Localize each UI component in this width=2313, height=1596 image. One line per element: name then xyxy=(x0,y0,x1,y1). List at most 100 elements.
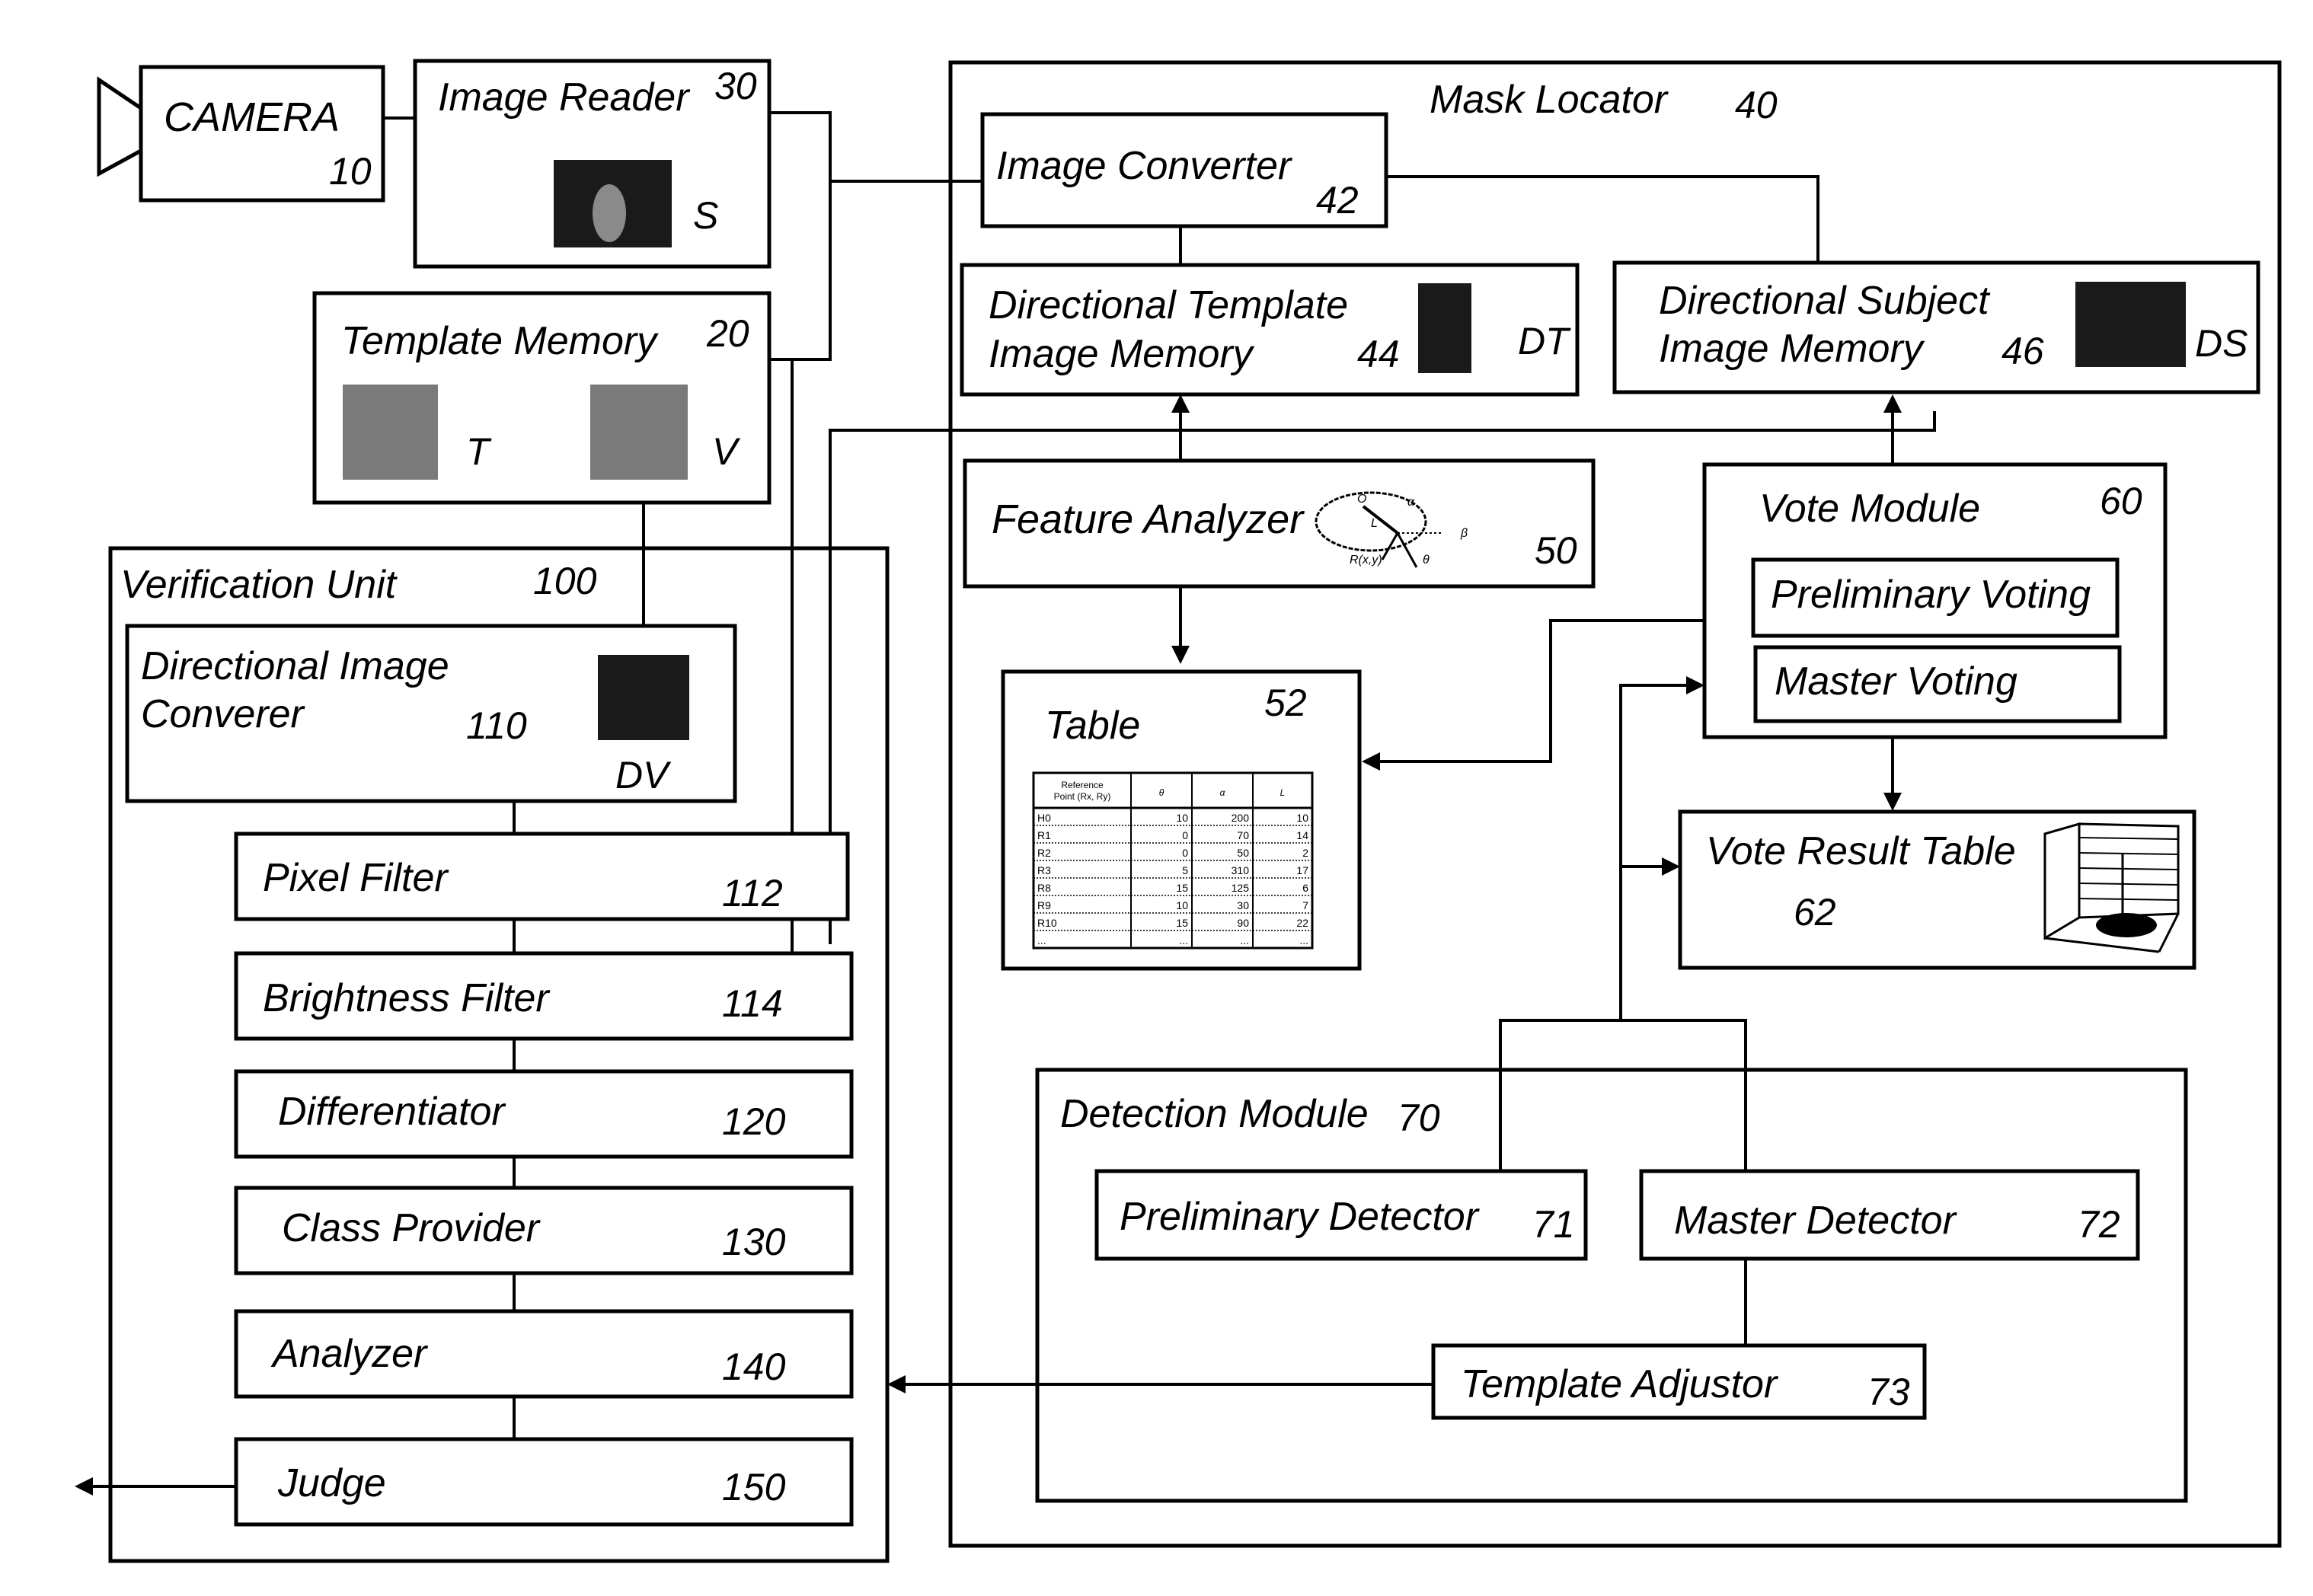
arrow-right-icon xyxy=(1662,857,1680,876)
class-provider-ref: 130 xyxy=(722,1221,786,1263)
master-voting-label: Master Voting xyxy=(1775,659,2017,704)
directional-template-memory-block: Directional Template Image Memory 44 DT xyxy=(960,263,1580,397)
vote-result-table-block: Vote Result Table 62 xyxy=(1678,809,2196,970)
reference-table: Reference Point (Rx, Ry) θ α LH0 10 200 10R1 0 70… xyxy=(1032,771,1314,950)
class-provider-label: Class Provider xyxy=(282,1206,542,1250)
directional-subject-memory-block: Directional Subject Image Memory 46 DS xyxy=(1612,260,2260,394)
camera-block: CAMERA 10 xyxy=(97,65,385,203)
template-t-label: T xyxy=(466,430,492,473)
mask-locator-label: Mask Locator xyxy=(1430,78,1669,122)
table-cell: R1 xyxy=(1037,829,1051,841)
dt-label-line1: Directional Template xyxy=(989,283,1348,327)
pixel-filter-ref: 112 xyxy=(722,872,783,915)
template-v-label: V xyxy=(712,430,741,473)
table-ref: 52 xyxy=(1264,681,1307,724)
dic-label-line2: Converer xyxy=(141,692,306,736)
vote-result-table-label: Vote Result Table xyxy=(1706,829,2016,873)
pixel-filter-block: Pixel Filter 112 xyxy=(234,832,850,921)
fa-beta-label: β xyxy=(1460,527,1468,540)
master-detector-label: Master Detector xyxy=(1674,1199,1958,1243)
table-cell: H0 xyxy=(1037,812,1051,824)
table-cell: R9 xyxy=(1037,899,1051,911)
dic-ref: 110 xyxy=(466,704,527,747)
differentiator-label: Differentiator xyxy=(278,1090,506,1134)
image-converter-block: Image Converter 42 xyxy=(980,112,1388,228)
arrow-left-icon xyxy=(1362,752,1380,771)
dt-label-line2: Image Memory xyxy=(989,332,1255,376)
arrow-right-icon xyxy=(1686,676,1704,694)
dv-image-label: DV xyxy=(615,754,672,796)
feature-analyzer-ref: 50 xyxy=(1535,529,1577,572)
table-header-cell: Reference Point (Rx, Ry) xyxy=(1054,780,1111,802)
ds-label-line2: Image Memory xyxy=(1659,327,1925,371)
dt-ref: 44 xyxy=(1357,333,1400,375)
ds-image-thumbnail xyxy=(2075,282,2186,367)
arrow-up-icon xyxy=(1883,394,1902,413)
judge-ref: 150 xyxy=(722,1466,786,1508)
judge-block: Judge 150 xyxy=(234,1437,854,1527)
verification-unit-ref: 100 xyxy=(533,560,597,602)
arrow-down-icon xyxy=(1883,793,1902,811)
table-cell: 10 xyxy=(1176,812,1188,824)
fa-theta-label: θ xyxy=(1423,554,1430,567)
mask-locator-ref: 40 xyxy=(1735,84,1778,126)
camera-label: CAMERA xyxy=(164,94,340,140)
table-cell: 90 xyxy=(1237,917,1249,929)
wire-detectors-bus xyxy=(1499,1019,1747,1173)
arrow-up-icon xyxy=(1171,394,1190,413)
fa-refpoint-label: R(x,y) xyxy=(1350,554,1382,567)
image-reader-ref: 30 xyxy=(714,65,757,107)
preliminary-detector-ref: 71 xyxy=(1532,1203,1575,1246)
pixel-filter-label: Pixel Filter xyxy=(263,856,449,900)
fa-alpha-label: α xyxy=(1407,496,1415,509)
preliminary-voting-label: Preliminary Voting xyxy=(1771,573,2091,617)
table-cell: 50 xyxy=(1237,847,1249,859)
template-v-thumbnail xyxy=(590,385,688,480)
output-arrow-icon xyxy=(75,1477,93,1495)
table-cell: R2 xyxy=(1037,847,1051,859)
table-cell: 30 xyxy=(1237,899,1249,911)
table-cell: 200 xyxy=(1232,812,1250,824)
vote-result-table-ref: 62 xyxy=(1794,891,1836,934)
analyzer-ref: 140 xyxy=(722,1345,786,1388)
differentiator-ref: 120 xyxy=(722,1100,786,1143)
table-cell: R10 xyxy=(1037,917,1057,929)
wire-converter-to-ds xyxy=(1386,175,1819,263)
table-cell: 15 xyxy=(1176,917,1188,929)
fa-length-label: L xyxy=(1371,517,1378,530)
preliminary-detector-block: Preliminary Detector 71 xyxy=(1094,1169,1588,1261)
verification-unit-label: Verification Unit xyxy=(120,563,398,607)
table-label: Table xyxy=(1045,704,1140,748)
subject-image-label: S xyxy=(693,194,718,237)
template-adjustor-label: Template Adjustor xyxy=(1461,1362,1779,1406)
template-t-thumbnail xyxy=(343,385,438,480)
table-cell: 17 xyxy=(1296,864,1308,876)
block-diagram: CAMERA 10 Image Reader 30 S Template Mem… xyxy=(75,59,2282,1563)
dt-image-label: DT xyxy=(1518,320,1571,362)
template-memory-ref: 20 xyxy=(706,312,749,355)
dic-label-line1: Directional Image xyxy=(141,644,449,688)
table-cell: 14 xyxy=(1296,829,1308,841)
table-cell: 5 xyxy=(1182,864,1188,876)
template-adjustor-ref: 73 xyxy=(1867,1371,1910,1413)
preliminary-detector-label: Preliminary Detector xyxy=(1120,1195,1481,1239)
brightness-filter-ref: 114 xyxy=(722,982,783,1025)
brightness-filter-label: Brightness Filter xyxy=(263,976,551,1020)
differentiator-block: Differentiator 120 xyxy=(234,1069,854,1159)
wire-reader-templatemem xyxy=(769,111,832,361)
template-memory-block: Template Memory 20 T V xyxy=(312,291,772,505)
table-cell: R3 xyxy=(1037,864,1051,876)
table-cell: ... xyxy=(1037,934,1046,946)
table-cell: 6 xyxy=(1302,882,1308,894)
table-header-cell: L xyxy=(1280,787,1286,798)
table-cell: 70 xyxy=(1237,829,1249,841)
template-adjustor-block: Template Adjustor 73 xyxy=(1431,1343,1927,1420)
image-reader-block: Image Reader 30 S xyxy=(413,59,772,269)
class-provider-block: Class Provider 130 xyxy=(234,1186,854,1275)
analyzer-block: Analyzer 140 xyxy=(234,1309,854,1399)
table-cell: 7 xyxy=(1302,899,1308,911)
table-cell: R8 xyxy=(1037,882,1051,894)
table-cell: ... xyxy=(1179,934,1188,946)
vote-module-label: Vote Module xyxy=(1759,487,1980,531)
camera-ref: 10 xyxy=(329,150,372,193)
